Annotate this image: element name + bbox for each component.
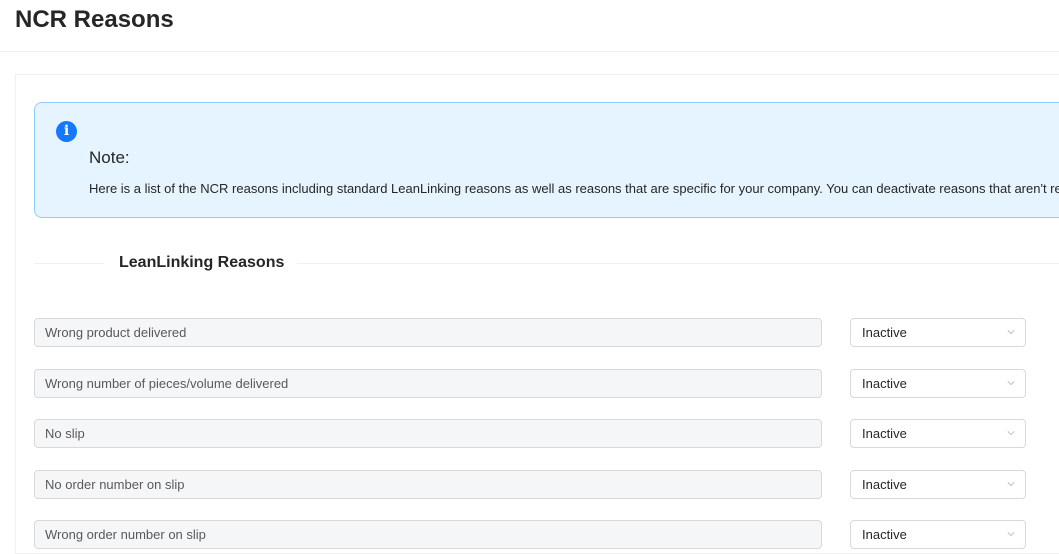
reason-input[interactable]: No order number on slip <box>34 470 822 499</box>
page-header: NCR Reasons <box>0 0 1059 52</box>
status-select[interactable]: Inactive <box>850 470 1026 499</box>
alert-description: Here is a list of the NCR reasons includ… <box>89 181 1059 196</box>
chevron-down-icon <box>1007 381 1015 386</box>
reason-row: Wrong number of pieces/volume delivered … <box>34 369 1026 398</box>
reason-row: Wrong product delivered Inactive <box>34 318 1026 347</box>
chevron-down-icon <box>1007 532 1015 537</box>
reason-input[interactable]: No slip <box>34 419 822 448</box>
status-select[interactable]: Inactive <box>850 369 1026 398</box>
status-select-value: Inactive <box>862 527 907 542</box>
status-select-value: Inactive <box>862 426 907 441</box>
info-alert <box>34 102 1059 218</box>
reason-input[interactable]: Wrong number of pieces/volume delivered <box>34 369 822 398</box>
status-select[interactable]: Inactive <box>850 419 1026 448</box>
reason-input[interactable]: Wrong order number on slip <box>34 520 822 549</box>
reason-row: Wrong order number on slip Inactive <box>34 520 1026 549</box>
section-title: LeanLinking Reasons <box>119 254 285 271</box>
status-select-value: Inactive <box>862 376 907 391</box>
status-select[interactable]: Inactive <box>850 318 1026 347</box>
alert-title: Note: <box>89 148 130 167</box>
reason-row: No order number on slip Inactive <box>34 470 1026 499</box>
reason-row: No slip Inactive <box>34 419 1026 448</box>
chevron-down-icon <box>1007 330 1015 335</box>
divider-line <box>297 263 1059 264</box>
status-select-value: Inactive <box>862 477 907 492</box>
chevron-down-icon <box>1007 482 1015 487</box>
divider-line <box>34 263 104 264</box>
reason-input[interactable]: Wrong product delivered <box>34 318 822 347</box>
info-icon: i <box>56 121 77 142</box>
page-title: NCR Reasons <box>15 6 174 33</box>
status-select-value: Inactive <box>862 325 907 340</box>
status-select[interactable]: Inactive <box>850 520 1026 549</box>
chevron-down-icon <box>1007 431 1015 436</box>
